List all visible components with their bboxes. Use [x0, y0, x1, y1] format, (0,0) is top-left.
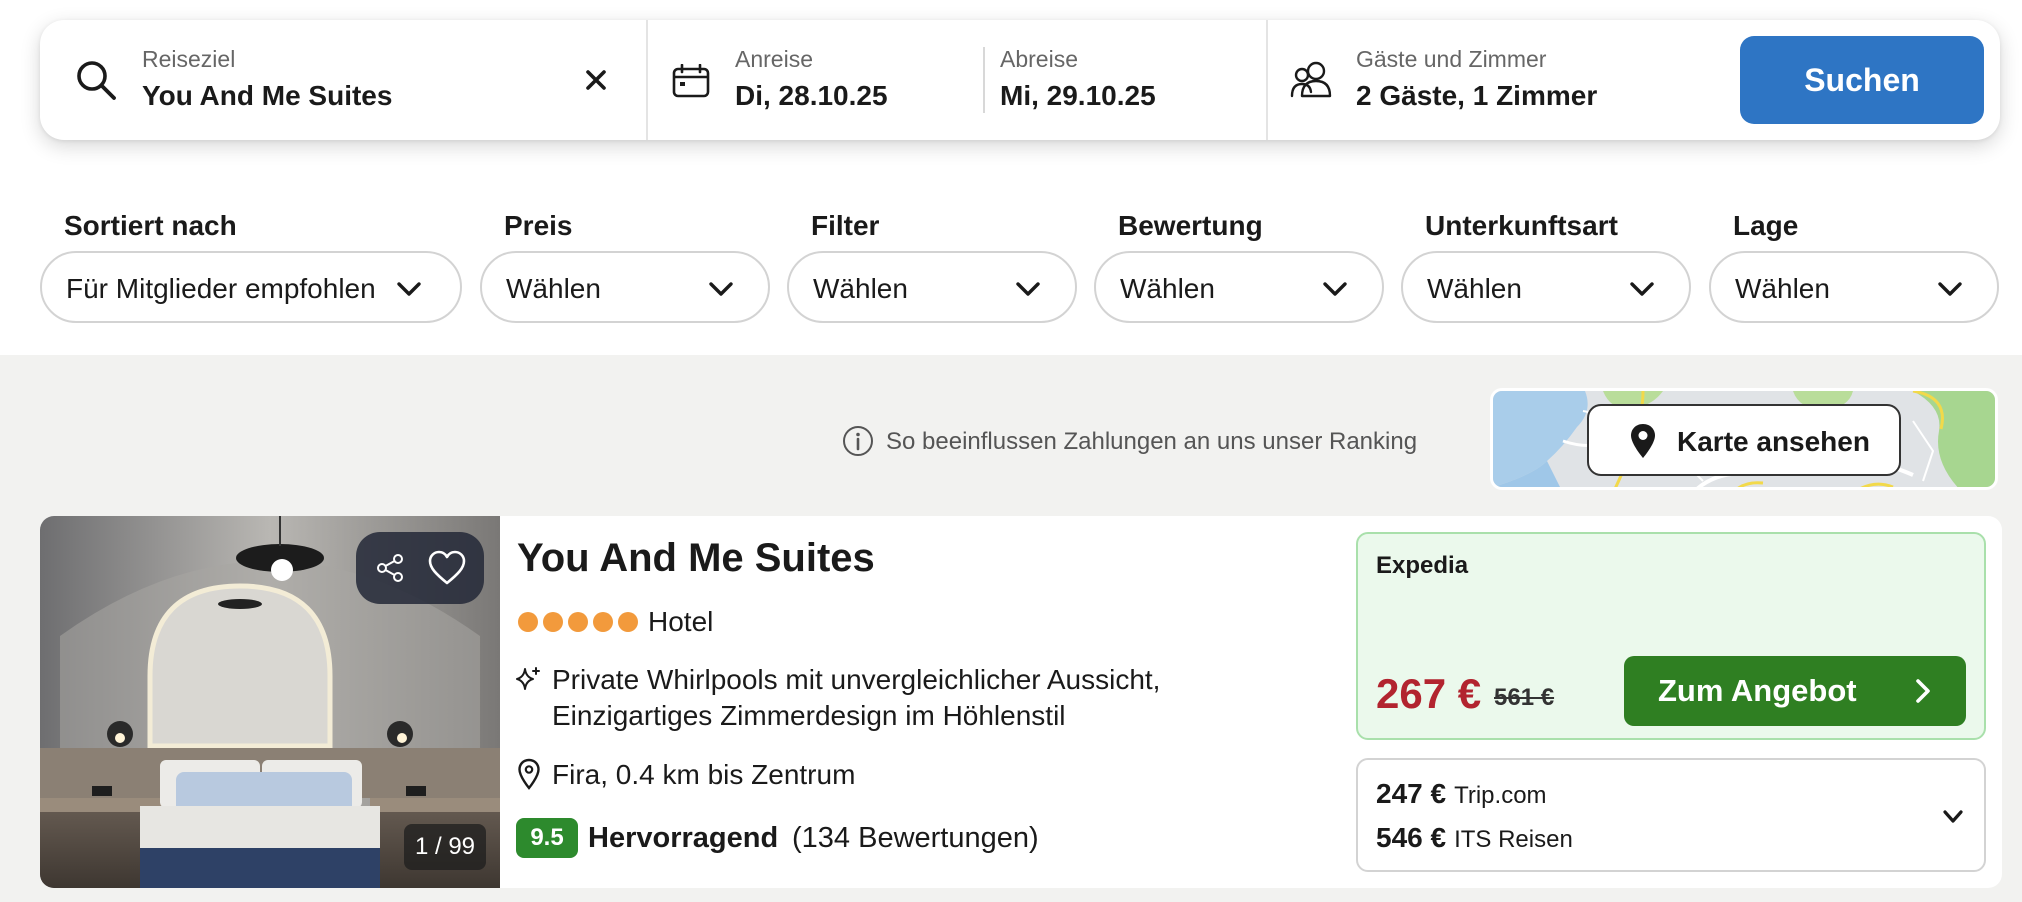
calendar-icon	[672, 64, 710, 98]
destination-value: You And Me Suites	[142, 80, 393, 111]
filter-label-property-type: Unterkunftsart	[1425, 210, 1618, 241]
guests-field[interactable]: Gäste und Zimmer 2 Gäste, 1 Zimmer	[1268, 20, 1728, 140]
divider	[983, 47, 985, 113]
checkin-label: Anreise	[735, 46, 813, 72]
filter-label-location: Lage	[1733, 210, 1799, 241]
offer-price: 247 €	[1376, 778, 1447, 809]
rating-label: Hervorragend	[588, 822, 779, 854]
chevron-down-icon	[1016, 282, 1040, 296]
star-rating	[518, 612, 638, 632]
close-icon[interactable]	[578, 62, 614, 98]
view-map-label: Karte ansehen	[1677, 426, 1870, 457]
chevron-right-icon	[1916, 679, 1930, 703]
location-dropdown[interactable]: Wählen	[1709, 251, 1999, 323]
filter-dropdown[interactable]: Wählen	[787, 251, 1077, 323]
filter-label-price: Preis	[504, 210, 573, 241]
deal-price: 267 €	[1376, 670, 1482, 717]
chevron-down-icon	[1323, 282, 1347, 296]
sort-value: Für Mitglieder empfohlen	[66, 273, 376, 304]
hotel-type: Hotel	[648, 606, 714, 637]
checkin-value: Di, 28.10.25	[735, 80, 888, 111]
filter-label-rating: Bewertung	[1118, 210, 1263, 241]
view-deal-button[interactable]: Zum Angebot	[1624, 656, 1966, 726]
other-offers-box[interactable]: 247 € Trip.com 546 € ITS Reisen	[1356, 758, 1986, 872]
chevron-down-icon[interactable]	[1942, 808, 1964, 826]
heart-icon[interactable]	[428, 550, 466, 586]
offer-row[interactable]: 546 € ITS Reisen	[1376, 822, 1573, 854]
image-counter: 1 / 99	[404, 824, 486, 870]
destination-field[interactable]: Reiseziel You And Me Suites	[40, 20, 647, 140]
ranking-info-text: So beeinflussen Zahlungen an uns unser R…	[886, 428, 1418, 455]
hotel-features: Private Whirlpools mit unvergleichlicher…	[552, 662, 1312, 734]
rating-count[interactable]: (134 Bewertungen)	[792, 822, 1039, 855]
chevron-down-icon	[1938, 282, 1962, 296]
search-icon	[77, 61, 116, 100]
checkout-value: Mi, 29.10.25	[1000, 80, 1156, 111]
rating-score-badge: 9.5	[516, 818, 578, 858]
checkin-field[interactable]: Anreise Di, 28.10.25	[648, 20, 918, 140]
search-button[interactable]: Suchen	[1740, 36, 1984, 124]
offer-provider: ITS Reisen	[1454, 826, 1573, 853]
guests-label: Gäste und Zimmer	[1356, 46, 1547, 72]
price-value: Wählen	[506, 273, 601, 304]
best-deal-box[interactable]: Expedia 267 € 561 € Zum Angebot	[1356, 532, 1986, 740]
checkout-label: Abreise	[1000, 46, 1078, 72]
checkout-field[interactable]: Abreise Mi, 29.10.25	[986, 20, 1306, 140]
location-pin-icon	[1631, 424, 1655, 458]
filter-label-filter: Filter	[811, 210, 880, 241]
deal-old-price: 561 €	[1494, 684, 1555, 711]
destination-label: Reiseziel	[142, 46, 236, 72]
view-map-button[interactable]: Karte ansehen	[1587, 404, 1901, 476]
hotel-features-line-1: Private Whirlpools mit unvergleichlicher…	[552, 664, 1161, 695]
image-actions	[356, 532, 484, 604]
rating-value: Wählen	[1120, 273, 1215, 304]
offer-price: 546 €	[1376, 822, 1447, 853]
property-type-dropdown[interactable]: Wählen	[1401, 251, 1691, 323]
hotel-features-line-2: Einzigartiges Zimmerdesign im Höhlenstil	[552, 700, 1066, 731]
deal-provider: Expedia	[1376, 552, 1469, 579]
share-icon[interactable]	[374, 552, 406, 584]
offer-row[interactable]: 247 € Trip.com	[1376, 778, 1547, 810]
filter-value: Wählen	[813, 273, 908, 304]
filter-label-sort: Sortiert nach	[64, 210, 237, 241]
location-pin-icon	[518, 758, 540, 790]
info-icon	[843, 426, 873, 456]
sort-dropdown[interactable]: Für Mitglieder empfohlen	[40, 251, 462, 323]
guests-icon	[1290, 61, 1332, 98]
hotel-name[interactable]: You And Me Suites	[517, 536, 875, 581]
location-value: Wählen	[1735, 273, 1830, 304]
search-bar: Reiseziel You And Me Suites Anreise Di, …	[40, 20, 2000, 140]
sparkle-icon	[516, 667, 540, 690]
chevron-down-icon	[1630, 282, 1654, 296]
hotel-location: Fira, 0.4 km bis Zentrum	[552, 759, 856, 790]
hotel-card[interactable]: 1 / 99 You And Me Suites Hotel Private W…	[40, 516, 2002, 888]
rating-dropdown[interactable]: Wählen	[1094, 251, 1384, 323]
offer-provider: Trip.com	[1454, 782, 1547, 809]
guests-value: 2 Gäste, 1 Zimmer	[1356, 80, 1598, 111]
view-deal-label: Zum Angebot	[1658, 673, 1857, 708]
price-dropdown[interactable]: Wählen	[480, 251, 770, 323]
chevron-down-icon	[397, 282, 421, 296]
chevron-down-icon	[709, 282, 733, 296]
property-type-value: Wählen	[1427, 273, 1522, 304]
